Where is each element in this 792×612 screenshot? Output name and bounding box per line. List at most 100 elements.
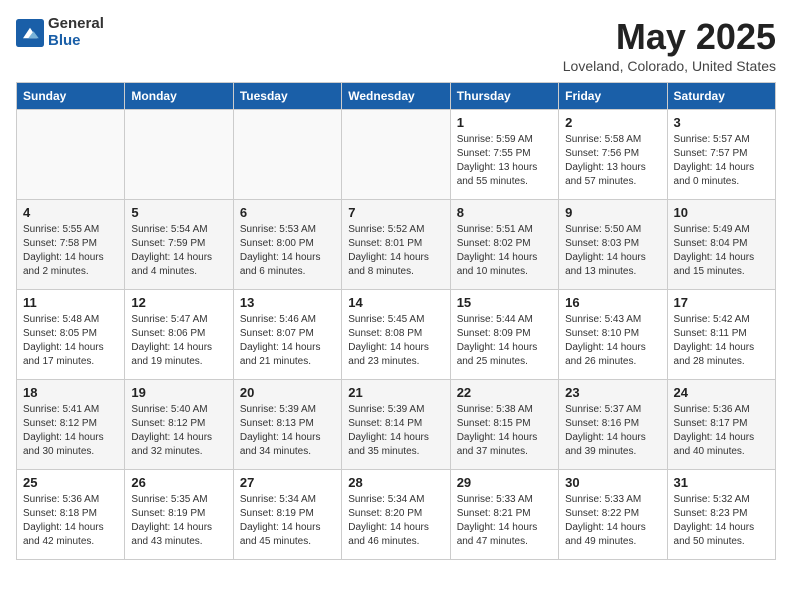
header-day-thursday: Thursday (450, 83, 558, 110)
day-info: Sunrise: 5:40 AM Sunset: 8:12 PM Dayligh… (131, 403, 226, 459)
day-number: 20 (240, 385, 335, 400)
calendar-cell: 7Sunrise: 5:52 AM Sunset: 8:01 PM Daylig… (342, 200, 450, 290)
header-day-sunday: Sunday (17, 83, 125, 110)
calendar-cell: 6Sunrise: 5:53 AM Sunset: 8:00 PM Daylig… (233, 200, 341, 290)
day-number: 8 (457, 205, 552, 220)
day-number: 12 (131, 295, 226, 310)
day-info: Sunrise: 5:38 AM Sunset: 8:15 PM Dayligh… (457, 403, 552, 459)
day-number: 6 (240, 205, 335, 220)
day-number: 2 (565, 115, 660, 130)
day-number: 18 (23, 385, 118, 400)
day-info: Sunrise: 5:43 AM Sunset: 8:10 PM Dayligh… (565, 313, 660, 369)
header-day-wednesday: Wednesday (342, 83, 450, 110)
day-info: Sunrise: 5:35 AM Sunset: 8:19 PM Dayligh… (131, 493, 226, 549)
calendar-cell: 18 Sunrise: 5:41 AM Sunset: 8:12 PM Dayli… (17, 380, 125, 470)
header-day-saturday: Saturday (667, 83, 775, 110)
calendar-cell: 19 Sunrise: 5:40 AM Sunset: 8:12 PM Dayli… (125, 380, 233, 470)
day-number: 1 (457, 115, 552, 130)
subtitle: Loveland, Colorado, United States (563, 58, 776, 74)
day-info: Sunrise: 5:36 AM Sunset: 8:17 PM Dayligh… (674, 403, 769, 459)
calendar-cell: 12Sunrise: 5:47 AM Sunset: 8:06 PM Dayli… (125, 290, 233, 380)
logo-text: General Blue (48, 16, 104, 49)
day-info: Sunrise: 5:54 AM Sunset: 7:59 PM Dayligh… (131, 223, 226, 279)
calendar-cell: 1Sunrise: 5:59 AM Sunset: 7:55 PM Daylig… (450, 110, 558, 200)
day-info: Sunrise: 5:42 AM Sunset: 8:11 PM Dayligh… (674, 313, 769, 369)
week-row-3: 11 Sunrise: 5:48 AM Sunset: 8:05 PM Dayli… (17, 290, 776, 380)
calendar-cell (233, 110, 341, 200)
day-number: 19 (131, 385, 226, 400)
calendar-cell (342, 110, 450, 200)
day-info: Sunrise: 5:48 AM Sunset: 8:05 PM Dayligh… (23, 313, 118, 369)
calendar-cell: 27 Sunrise: 5:34 AM Sunset: 8:19 PM Dayli… (233, 470, 341, 560)
calendar-body: 1Sunrise: 5:59 AM Sunset: 7:55 PM Daylig… (17, 110, 776, 560)
calendar-cell: 10 Sunrise: 5:49 AM Sunset: 8:04 PM Dayli… (667, 200, 775, 290)
title-block: May 2025 Loveland, Colorado, United Stat… (563, 16, 776, 74)
day-number: 27 (240, 475, 335, 490)
day-info: Sunrise: 5:52 AM Sunset: 8:01 PM Dayligh… (348, 223, 443, 279)
day-info: Sunrise: 5:39 AM Sunset: 8:14 PM Dayligh… (348, 403, 443, 459)
day-info: Sunrise: 5:33 AM Sunset: 8:21 PM Dayligh… (457, 493, 552, 549)
day-number: 13 (240, 295, 335, 310)
logo-blue: Blue (48, 33, 104, 50)
day-info: Sunrise: 5:49 AM Sunset: 8:04 PM Dayligh… (674, 223, 769, 279)
day-number: 11 (23, 295, 118, 310)
day-info: Sunrise: 5:45 AM Sunset: 8:08 PM Dayligh… (348, 313, 443, 369)
calendar-cell: 25Sunrise: 5:36 AM Sunset: 8:18 PM Dayli… (17, 470, 125, 560)
day-number: 4 (23, 205, 118, 220)
day-info: Sunrise: 5:46 AM Sunset: 8:07 PM Dayligh… (240, 313, 335, 369)
day-info: Sunrise: 5:41 AM Sunset: 8:12 PM Dayligh… (23, 403, 118, 459)
day-number: 26 (131, 475, 226, 490)
day-number: 24 (674, 385, 769, 400)
day-number: 9 (565, 205, 660, 220)
day-number: 3 (674, 115, 769, 130)
calendar-cell: 15Sunrise: 5:44 AM Sunset: 8:09 PM Dayli… (450, 290, 558, 380)
calendar-cell: 30 Sunrise: 5:33 AM Sunset: 8:22 PM Dayli… (559, 470, 667, 560)
calendar-cell: 17Sunrise: 5:42 AM Sunset: 8:11 PM Dayli… (667, 290, 775, 380)
header-day-tuesday: Tuesday (233, 83, 341, 110)
day-number: 28 (348, 475, 443, 490)
day-number: 30 (565, 475, 660, 490)
day-number: 14 (348, 295, 443, 310)
day-number: 23 (565, 385, 660, 400)
calendar-cell: 16 Sunrise: 5:43 AM Sunset: 8:10 PM Dayli… (559, 290, 667, 380)
day-info: Sunrise: 5:58 AM Sunset: 7:56 PM Dayligh… (565, 133, 660, 189)
header-row: SundayMondayTuesdayWednesdayThursdayFrid… (17, 83, 776, 110)
calendar-cell: 23 Sunrise: 5:37 AM Sunset: 8:16 PM Dayli… (559, 380, 667, 470)
day-info: Sunrise: 5:33 AM Sunset: 8:22 PM Dayligh… (565, 493, 660, 549)
day-info: Sunrise: 5:32 AM Sunset: 8:23 PM Dayligh… (674, 493, 769, 549)
calendar-header: SundayMondayTuesdayWednesdayThursdayFrid… (17, 83, 776, 110)
day-info: Sunrise: 5:34 AM Sunset: 8:19 PM Dayligh… (240, 493, 335, 549)
calendar-cell: 5Sunrise: 5:54 AM Sunset: 7:59 PM Daylig… (125, 200, 233, 290)
day-info: Sunrise: 5:34 AM Sunset: 8:20 PM Dayligh… (348, 493, 443, 549)
day-number: 31 (674, 475, 769, 490)
day-number: 15 (457, 295, 552, 310)
calendar-cell: 13 Sunrise: 5:46 AM Sunset: 8:07 PM Dayli… (233, 290, 341, 380)
day-info: Sunrise: 5:37 AM Sunset: 8:16 PM Dayligh… (565, 403, 660, 459)
header-day-friday: Friday (559, 83, 667, 110)
main-title: May 2025 (563, 16, 776, 58)
calendar-cell: 14 Sunrise: 5:45 AM Sunset: 8:08 PM Dayli… (342, 290, 450, 380)
day-number: 25 (23, 475, 118, 490)
logo-icon (16, 19, 44, 47)
calendar-cell: 2 Sunrise: 5:58 AM Sunset: 7:56 PM Daylig… (559, 110, 667, 200)
calendar-cell: 28 Sunrise: 5:34 AM Sunset: 8:20 PM Dayli… (342, 470, 450, 560)
calendar-cell: 20 Sunrise: 5:39 AM Sunset: 8:13 PM Dayli… (233, 380, 341, 470)
day-number: 21 (348, 385, 443, 400)
calendar-cell: 26 Sunrise: 5:35 AM Sunset: 8:19 PM Dayli… (125, 470, 233, 560)
day-number: 16 (565, 295, 660, 310)
calendar-table: SundayMondayTuesdayWednesdayThursdayFrid… (16, 82, 776, 560)
day-info: Sunrise: 5:39 AM Sunset: 8:13 PM Dayligh… (240, 403, 335, 459)
calendar-cell: 9 Sunrise: 5:50 AM Sunset: 8:03 PM Daylig… (559, 200, 667, 290)
week-row-2: 4 Sunrise: 5:55 AM Sunset: 7:58 PM Daylig… (17, 200, 776, 290)
day-number: 22 (457, 385, 552, 400)
calendar-cell: 24 Sunrise: 5:36 AM Sunset: 8:17 PM Dayli… (667, 380, 775, 470)
day-info: Sunrise: 5:55 AM Sunset: 7:58 PM Dayligh… (23, 223, 118, 279)
day-info: Sunrise: 5:50 AM Sunset: 8:03 PM Dayligh… (565, 223, 660, 279)
calendar-cell: 21 Sunrise: 5:39 AM Sunset: 8:14 PM Dayli… (342, 380, 450, 470)
calendar-cell: 11 Sunrise: 5:48 AM Sunset: 8:05 PM Dayli… (17, 290, 125, 380)
calendar-cell: 3Sunrise: 5:57 AM Sunset: 7:57 PM Daylig… (667, 110, 775, 200)
page-header: General Blue May 2025 Loveland, Colorado… (16, 16, 776, 74)
day-number: 10 (674, 205, 769, 220)
calendar-cell (17, 110, 125, 200)
week-row-5: 25Sunrise: 5:36 AM Sunset: 8:18 PM Dayli… (17, 470, 776, 560)
